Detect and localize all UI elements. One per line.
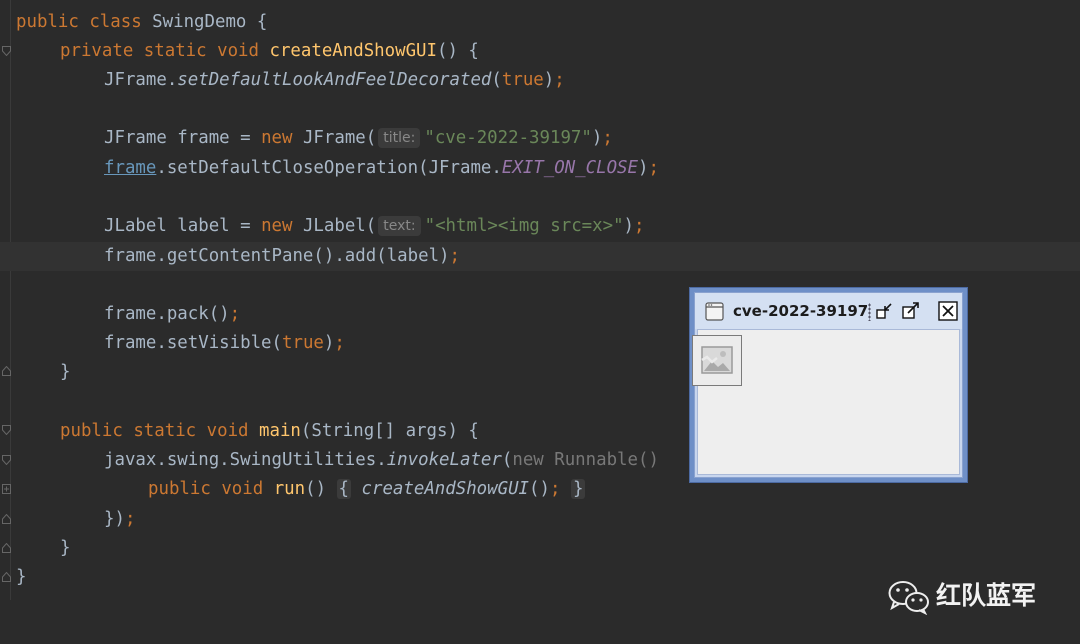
code-line-1: public class SwingDemo { — [16, 12, 268, 32]
window-app-icon — [705, 302, 724, 321]
code-line-2: private static void createAndShowGUI() { — [60, 41, 479, 61]
iconify-button[interactable] — [875, 301, 895, 321]
code-line-8: JLabel label = new JLabel(text: "<html><i… — [104, 216, 645, 236]
code-line-12: frame.setVisible(true); — [104, 333, 345, 353]
parameter-hint: title: — [378, 128, 421, 148]
code-line-11: frame.pack(); — [104, 304, 241, 324]
gutter-divider — [10, 0, 11, 600]
fold-marker-icon[interactable] — [2, 543, 11, 553]
code-line-6: frame.setDefaultCloseOperation(JFrame.EX… — [104, 158, 659, 178]
fold-marker-icon[interactable] — [2, 366, 11, 376]
code-line-5: JFrame frame = new JFrame(title: "cve-202… — [104, 128, 613, 148]
iconify-icon — [876, 303, 892, 319]
code-line-3: JFrame.setDefaultLookAndFeelDecorated(tr… — [104, 70, 565, 90]
fold-marker-icon[interactable] — [2, 455, 11, 465]
swing-title-bar[interactable]: cve-2022-39197 — [695, 293, 962, 329]
code-line-19: } — [60, 538, 71, 558]
broken-image — [692, 335, 742, 386]
fold-marker-icon[interactable] — [2, 572, 11, 582]
code-line-16: javax.swing.SwingUtilities.invokeLater(n… — [104, 450, 659, 470]
fold-marker-icon[interactable] — [2, 514, 11, 524]
fold-marker-icon[interactable] — [2, 425, 11, 435]
close-button[interactable] — [938, 301, 958, 321]
fold-marker-icon[interactable] — [2, 46, 11, 56]
code-line-17: public void run() { createAndShowGUI(); … — [148, 479, 586, 499]
code-line-13: } — [60, 362, 71, 382]
maximize-icon — [902, 302, 919, 319]
code-line-15: public static void main(String[] args) { — [60, 421, 479, 441]
maximize-button[interactable] — [901, 301, 921, 321]
watermark-text: 红队蓝军 — [936, 581, 1037, 610]
swing-window-title: cve-2022-39197 — [733, 302, 869, 320]
broken-image-icon — [701, 346, 733, 374]
swing-window[interactable]: cve-2022-39197 — [689, 287, 968, 483]
code-line-20: } — [16, 567, 27, 587]
parameter-hint: text: — [378, 216, 421, 236]
wechat-icon — [888, 579, 930, 616]
title-grip — [868, 303, 871, 321]
fold-expand-icon[interactable] — [2, 484, 11, 494]
code-line-9: frame.getContentPane().add(label); — [104, 246, 460, 266]
close-icon — [938, 301, 958, 321]
code-line-18: }); — [104, 509, 136, 529]
